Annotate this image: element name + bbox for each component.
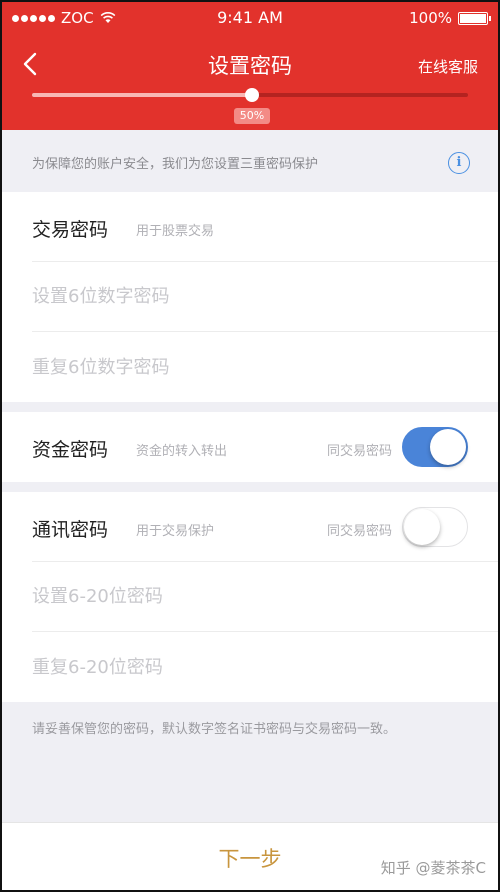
comm-password-input[interactable] [32,562,498,631]
password-note: 请妥善保管您的密码，默认数字签名证书密码与交易密码一致。 [32,722,397,737]
progress-knob [245,88,259,102]
progress-track [32,88,468,102]
comm-password-title: 通讯密码 [32,519,109,541]
fund-same-as-trade-label: 同交易密码 [326,444,392,459]
fund-password-group: 资金密码 资金的转入转出 同交易密码 [2,412,498,482]
tip-text: 为保障您的账户安全，我们为您设置三重密码保护 [32,157,319,172]
online-service-link[interactable]: 在线客服 [418,56,478,77]
battery-icon [458,11,491,25]
progress-fill [32,93,252,97]
trade-password-group: 交易密码 用于股票交易 [2,192,498,402]
trade-password-row [32,262,498,332]
app-frame: ZOC 9:41 AM 100% 设置密码 在线客服 50% 为保障您的账户安全… [0,0,500,892]
toggle-thumb [404,509,440,545]
trade-password-input[interactable] [32,262,498,331]
trade-password-repeat-input[interactable] [32,332,498,402]
comm-same-as-trade-toggle[interactable] [402,507,468,547]
status-right: 100% [409,9,491,27]
bottom-bar: 下一步 知乎 @菱茶茶C [2,822,498,890]
fund-same-as-trade-toggle[interactable] [402,427,468,467]
nav-bar: 设置密码 在线客服 [2,42,498,88]
trade-password-title: 交易密码 [32,219,109,241]
comm-password-repeat-input[interactable] [32,632,498,702]
watermark: 知乎 @菱茶茶C [380,859,486,877]
fund-password-subtitle: 资金的转入转出 [136,444,228,459]
trade-password-header: 交易密码 用于股票交易 [32,192,498,262]
security-tip: 为保障您的账户安全，我们为您设置三重密码保护 i [2,132,498,192]
fund-password-row: 资金密码 资金的转入转出 同交易密码 [32,412,498,482]
comm-password-group: 通讯密码 用于交易保护 同交易密码 [2,492,498,702]
toggle-thumb [430,429,466,465]
header: ZOC 9:41 AM 100% 设置密码 在线客服 50% [2,2,498,130]
battery-percent: 100% [409,9,452,27]
fund-password-title: 资金密码 [32,439,109,461]
comm-password-repeat-row [32,632,498,702]
comm-password-header: 通讯密码 用于交易保护 同交易密码 [32,492,498,562]
progress-label: 50% [234,108,270,124]
comm-password-row [32,562,498,632]
trade-password-repeat-row [32,332,498,402]
info-icon[interactable]: i [448,152,470,174]
trade-password-subtitle: 用于股票交易 [136,224,215,239]
comm-password-subtitle: 用于交易保护 [136,524,215,539]
comm-same-as-trade-label: 同交易密码 [326,524,392,539]
status-bar: ZOC 9:41 AM 100% [2,2,498,34]
